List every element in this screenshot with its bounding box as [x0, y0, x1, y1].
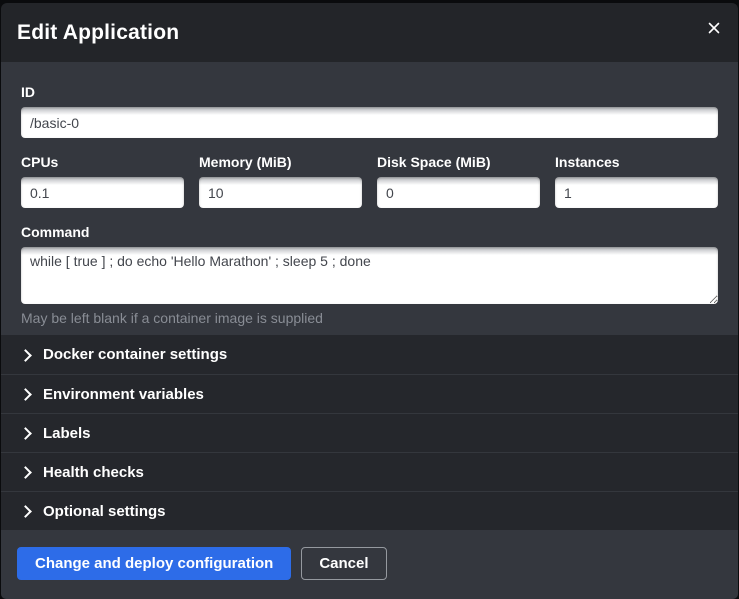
section-health-checks[interactable]: Health checks — [1, 452, 738, 491]
close-button[interactable] — [703, 17, 725, 39]
cancel-button[interactable]: Cancel — [301, 547, 386, 580]
section-optional-settings[interactable]: Optional settings — [1, 491, 738, 530]
collapsible-sections: Docker container settings Environment va… — [1, 335, 738, 530]
section-label: Health checks — [43, 464, 144, 481]
section-environment-variables[interactable]: Environment variables — [1, 374, 738, 413]
command-label: Command — [21, 224, 718, 240]
chevron-right-icon — [19, 427, 32, 440]
memory-input[interactable] — [199, 177, 362, 208]
id-label: ID — [21, 84, 718, 100]
cpus-field: CPUs — [21, 154, 184, 208]
section-label: Docker container settings — [43, 346, 227, 363]
command-textarea[interactable]: while [ true ] ; do echo 'Hello Marathon… — [21, 247, 718, 304]
modal-body: ID CPUs Memory (MiB) Disk Space (MiB) In… — [1, 62, 738, 335]
command-field: Command while [ true ] ; do echo 'Hello … — [21, 224, 718, 327]
chevron-right-icon — [19, 388, 32, 401]
cpus-input[interactable] — [21, 177, 184, 208]
modal-footer: Change and deploy configuration Cancel — [1, 530, 738, 599]
resources-row: CPUs Memory (MiB) Disk Space (MiB) Insta… — [21, 154, 718, 208]
disk-label: Disk Space (MiB) — [377, 154, 540, 170]
id-input[interactable] — [21, 107, 718, 138]
modal-title: Edit Application — [17, 21, 179, 45]
chevron-right-icon — [19, 349, 32, 362]
chevron-right-icon — [19, 505, 32, 518]
modal-backdrop: Edit Application ID CPUs Memory (MiB) — [0, 0, 739, 599]
section-label: Labels — [43, 425, 91, 442]
chevron-right-icon — [19, 466, 32, 479]
section-label: Optional settings — [43, 503, 166, 520]
instances-input[interactable] — [555, 177, 718, 208]
section-labels[interactable]: Labels — [1, 413, 738, 452]
instances-label: Instances — [555, 154, 718, 170]
edit-application-modal: Edit Application ID CPUs Memory (MiB) — [1, 3, 738, 599]
modal-header: Edit Application — [1, 3, 738, 62]
memory-field: Memory (MiB) — [199, 154, 362, 208]
instances-field: Instances — [555, 154, 718, 208]
cpus-label: CPUs — [21, 154, 184, 170]
section-docker-container-settings[interactable]: Docker container settings — [1, 335, 738, 374]
command-helper-text: May be left blank if a container image i… — [21, 309, 718, 327]
change-and-deploy-button[interactable]: Change and deploy configuration — [17, 547, 291, 580]
disk-field: Disk Space (MiB) — [377, 154, 540, 208]
section-label: Environment variables — [43, 386, 204, 403]
close-icon — [708, 22, 720, 34]
memory-label: Memory (MiB) — [199, 154, 362, 170]
disk-input[interactable] — [377, 177, 540, 208]
